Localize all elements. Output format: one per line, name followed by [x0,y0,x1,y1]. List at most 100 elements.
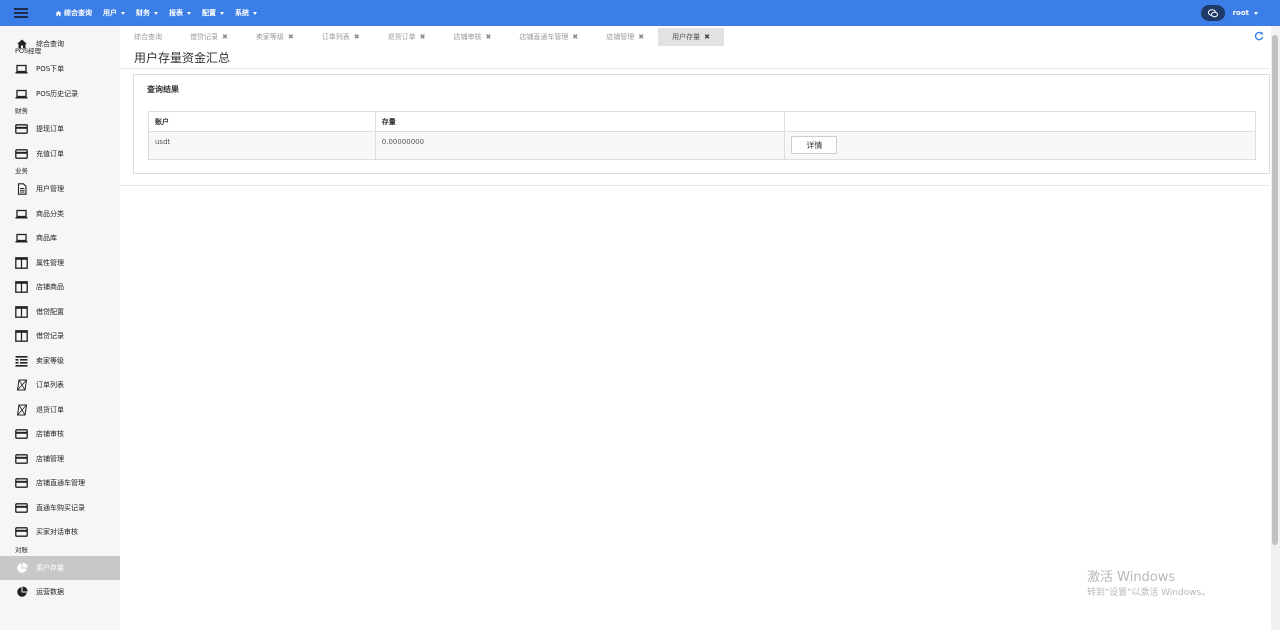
scrollbar-thumb[interactable] [1272,35,1278,545]
activation-watermark-text: 转到"设置"以激活 Windows。 [1087,588,1211,598]
sidebar-section-label: POS经理 [15,47,42,55]
sidebar-item-19[interactable]: 店铺管理 [0,447,120,471]
tab-6[interactable]: 店铺直通车管理 ✖ [505,28,592,46]
top-nav-item-2[interactable]: 财务 [136,8,158,18]
result-table: 账户 存量 usdt 0.00000000 详情 [148,111,1256,160]
tab-7[interactable]: 店铺管理 ✖ [592,28,658,46]
sidebar-item-11[interactable]: 属性管理 [0,251,120,275]
tab-0[interactable]: 综合查询 [120,28,176,46]
tab-label: 店铺管理 [606,33,635,41]
sidebar-item-21[interactable]: 直通车购买记录 [0,496,120,520]
card-icon [15,477,28,490]
sidebar-item-9[interactable]: 商品分类 [0,202,120,226]
close-icon[interactable]: ✖ [486,33,492,41]
hamburger-icon [14,8,28,18]
laptop-icon [15,232,28,245]
sidebar-item-22[interactable]: 买家对话审核 [0,520,120,544]
columns-icon [15,281,28,294]
close-icon[interactable]: ✖ [420,33,426,41]
sidebar-item-15[interactable]: 卖家等级 [0,349,120,373]
top-navbar: 综合查询 用户 财务 报表 配置 系统 root [0,0,1280,26]
sidebar-item-5[interactable]: 提现订单 [0,117,120,141]
close-icon[interactable]: ✖ [288,33,294,41]
top-nav-item-5[interactable]: 系统 [235,8,257,18]
tab-label: 店铺直通车管理 [519,33,569,41]
menu-toggle-button[interactable] [0,0,42,26]
sidebar-item-16[interactable]: 订单列表 [0,373,120,397]
laptop-icon [15,63,28,76]
card-icon [15,526,28,539]
table-header-row: 账户 存量 [148,111,1256,132]
home-icon [55,10,62,17]
list-icon [15,354,28,367]
sidebar-item-14[interactable]: 借贷记录 [0,324,120,348]
sidebar-item-12[interactable]: 店铺商品 [0,275,120,299]
tag-icon [15,379,28,392]
sidebar-item-10[interactable]: 商品库 [0,226,120,250]
card-icon [15,428,28,441]
activation-watermark-title: 激活 Windows [1087,570,1176,585]
sidebar-item-label: POS下单 [36,65,65,73]
close-icon[interactable]: ✖ [704,33,710,41]
chat-icon [1207,8,1218,17]
detail-button[interactable]: 详情 [791,136,838,154]
cell-action: 详情 [784,131,1256,160]
chevron-down-icon [1254,11,1258,15]
columns-icon [15,256,28,269]
sidebar-item-label: 借贷记录 [36,332,64,340]
sidebar-item-label: 店铺管理 [36,454,64,463]
tab-label: 订单列表 [321,33,350,41]
sidebar-item-label: 店铺直通车管理 [36,479,85,487]
card-icon [15,147,28,160]
column-header-account: 账户 [148,111,376,132]
tab-label: 借贷记录 [190,33,218,41]
top-nav-item-0[interactable]: 综合查询 [55,8,92,18]
laptop-icon [15,87,28,100]
sidebar-item-label: 商品分类 [36,209,64,218]
sidebar-item-label: 属性管理 [36,258,64,267]
sidebar-item-17[interactable]: 退货订单 [0,398,120,422]
tab-3[interactable]: 订单列表 ✖ [308,28,374,46]
user-menu[interactable]: root [1233,9,1258,17]
top-nav-item-1[interactable]: 用户 [103,8,125,18]
sidebar-item-label: 退货订单 [36,405,64,414]
sidebar-item-label: 直通车购买记录 [36,503,85,512]
sidebar-item-20[interactable]: 店铺直通车管理 [0,471,120,495]
sidebar-item-label: 充值订单 [36,149,64,158]
close-icon[interactable]: ✖ [638,33,644,41]
tab-label: 卖家等级 [255,33,284,41]
close-icon[interactable]: ✖ [572,33,578,41]
sidebar-item-2[interactable]: POS下单 [0,57,120,81]
card-icon [15,452,28,465]
top-nav-item-4[interactable]: 配置 [202,8,224,18]
page-title: 用户存量资金汇总 [134,51,231,65]
top-nav-item-3[interactable]: 报表 [169,8,191,18]
chevron-down-icon [253,11,257,15]
top-nav-label: 财务 [136,9,150,17]
sidebar-item-label: 订单列表 [36,381,64,389]
sidebar-item-8[interactable]: 用户管理 [0,177,120,201]
close-icon[interactable]: ✖ [222,33,228,41]
query-result-panel: 查询结果 账户 存量 usdt 0.00000000 详情 [133,74,1270,174]
sidebar-item-24[interactable]: 用户存量 [0,555,120,580]
chevron-down-icon [121,11,125,15]
tab-2[interactable]: 卖家等级 ✖ [242,28,308,46]
tab-1[interactable]: 借贷记录 ✖ [176,28,242,46]
sidebar-item-label: 买家对话审核 [36,528,78,536]
refresh-icon[interactable] [1254,31,1264,41]
sidebar-item-13[interactable]: 借贷配置 [0,300,120,324]
tab-5[interactable]: 店铺审核 ✖ [440,28,506,46]
chat-button[interactable] [1200,5,1225,21]
tab-8[interactable]: 用户存量 ✖ [658,28,724,46]
top-nav-label: 系统 [235,9,249,17]
user-name-label: root [1232,9,1249,17]
column-header-action [784,111,1256,132]
sidebar-item-3[interactable]: POS历史记录 [0,82,120,106]
tab-4[interactable]: 退货订单 ✖ [374,28,440,46]
top-nav-label: 报表 [169,9,183,17]
close-icon[interactable]: ✖ [354,33,360,41]
sidebar-item-25[interactable]: 运营数据 [0,580,120,604]
top-nav-label: 用户 [103,9,117,17]
sidebar-item-6[interactable]: 充值订单 [0,142,120,166]
sidebar-item-18[interactable]: 店铺审核 [0,422,120,446]
